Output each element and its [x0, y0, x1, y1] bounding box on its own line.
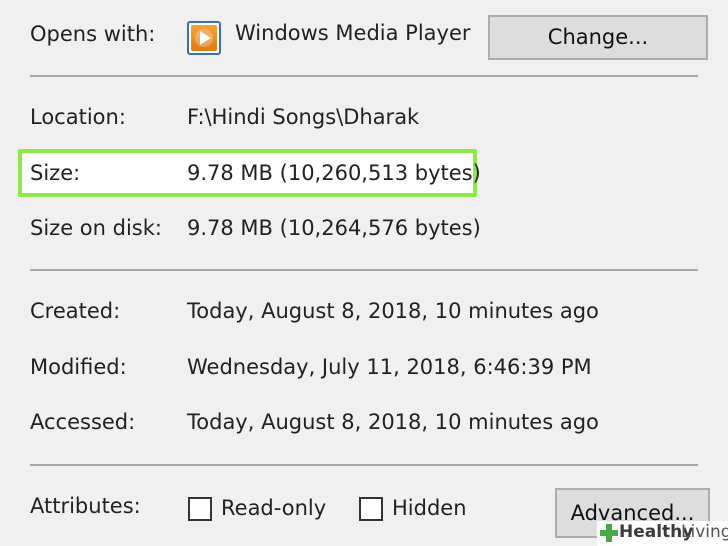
windows-media-player-icon [187, 21, 221, 55]
modified-label: Modified: [30, 355, 127, 379]
accessed-label: Accessed: [30, 410, 136, 434]
hidden-label[interactable]: Hidden [392, 496, 467, 520]
attributes-label: Attributes: [30, 494, 141, 518]
location-value: F:\Hindi Songs\Dharak [187, 105, 420, 129]
hidden-checkbox[interactable] [359, 497, 383, 521]
divider [30, 269, 698, 271]
change-button[interactable]: Change... [488, 15, 708, 60]
size-on-disk-value: 9.78 MB (10,264,576 bytes) [187, 216, 481, 240]
opens-with-app-name: Windows Media Player [235, 21, 471, 45]
size-label: Size: [30, 161, 81, 185]
modified-value: Wednesday, July 11, 2018, 6:46:39 PM [187, 355, 592, 379]
created-value: Today, August 8, 2018, 10 minutes ago [187, 299, 599, 323]
location-label: Location: [30, 105, 126, 129]
opens-with-label: Opens with: [30, 22, 156, 46]
healthy-living-watermark: Healthy Living [597, 521, 728, 546]
accessed-value: Today, August 8, 2018, 10 minutes ago [187, 410, 599, 434]
divider [30, 464, 698, 466]
read-only-checkbox[interactable] [188, 497, 212, 521]
read-only-label[interactable]: Read-only [221, 496, 326, 520]
plus-icon [600, 524, 618, 542]
created-label: Created: [30, 299, 121, 323]
size-on-disk-label: Size on disk: [30, 216, 162, 240]
size-value: 9.78 MB (10,260,513 bytes) [187, 161, 481, 185]
watermark-word-living: Living [681, 522, 728, 542]
file-properties-panel: Opens with: Windows Media Player Change.… [0, 0, 728, 546]
divider [30, 75, 698, 77]
